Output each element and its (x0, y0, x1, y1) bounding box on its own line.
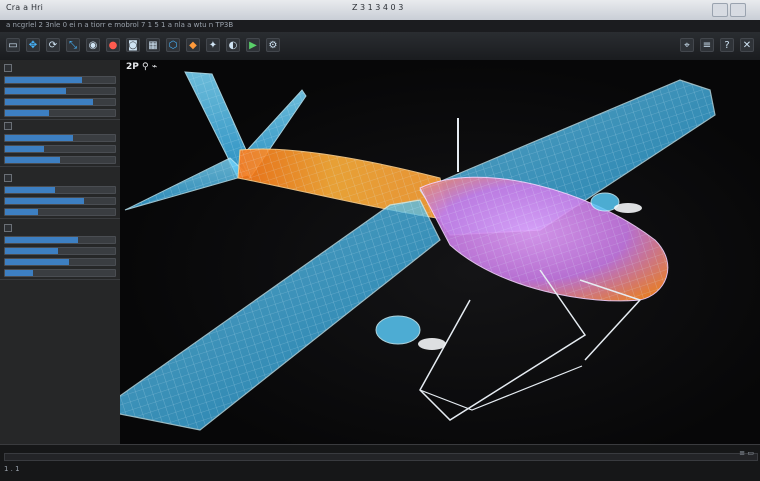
prop-row (4, 247, 116, 255)
bottom-status-bar: 1 . 1 ≡ ▭ (0, 444, 760, 481)
light-icon[interactable]: ✦ (206, 38, 220, 52)
select-icon[interactable]: ◉ (86, 38, 100, 52)
properties-panel (0, 60, 121, 446)
prop-row (4, 208, 116, 216)
prop-row (4, 76, 116, 84)
main-toolbar: ▭ ✥ ⟳ ⤡ ◉ ● ◙ ▦ ⬡ ◆ ✦ ◐ ▶ ⚙ ⌖ ≡? ✕ (0, 32, 760, 61)
prop-slider[interactable] (4, 145, 116, 153)
menu-text[interactable]: a ncgrlel 2 3nle 0 ei n a tiorr e mobrol… (6, 21, 233, 29)
panel-section-geometry (0, 118, 120, 167)
window-center-title: Z 3 1 3 4 0 3 (352, 3, 404, 12)
expand-checkbox[interactable] (4, 63, 12, 72)
prop-slider[interactable] (4, 236, 116, 244)
snap-icon[interactable]: ⌖ (680, 38, 694, 52)
prop-slider[interactable] (4, 87, 116, 95)
panel-section-transform (0, 60, 120, 120)
prop-row (4, 236, 116, 244)
prop-row (4, 197, 116, 205)
prop-slider[interactable] (4, 258, 116, 266)
prop-row (4, 98, 116, 106)
render-icon[interactable]: ◆ (186, 38, 200, 52)
grid-icon[interactable]: ▦ (146, 38, 160, 52)
window-title-bar: Cra a Hri Z 3 1 3 4 0 3 (0, 0, 760, 21)
expand-checkbox[interactable] (4, 173, 12, 182)
expand-checkbox[interactable] (4, 223, 12, 232)
prop-row (4, 258, 116, 266)
expand-checkbox[interactable] (4, 121, 12, 130)
prop-slider[interactable] (4, 197, 116, 205)
record-icon[interactable]: ● (106, 38, 120, 52)
settings-icon[interactable]: ⚙ (266, 38, 280, 52)
timeline-track[interactable] (4, 453, 758, 461)
prop-slider[interactable] (4, 76, 116, 84)
prop-row (4, 134, 116, 142)
rotate-icon[interactable]: ⟳ (46, 38, 60, 52)
close-panel-icon[interactable]: ✕ (740, 38, 754, 52)
prop-row (4, 109, 116, 117)
panel-section-empty (0, 276, 120, 446)
close-button[interactable] (730, 3, 746, 17)
mesh-icon[interactable]: ⬡ (166, 38, 180, 52)
prop-slider[interactable] (4, 247, 116, 255)
prop-slider[interactable] (4, 186, 116, 194)
prop-slider[interactable] (4, 208, 116, 216)
window-title: Cra a Hri (6, 3, 44, 12)
camera-icon[interactable]: ◙ (126, 38, 140, 52)
prop-row (4, 156, 116, 164)
section-header[interactable] (4, 172, 116, 183)
prop-row (4, 145, 116, 153)
layers-icon[interactable]: ≡ (700, 38, 714, 52)
prop-slider[interactable] (4, 98, 116, 106)
status-right: ≡ ▭ (739, 449, 754, 457)
status-left: 1 . 1 (4, 465, 20, 473)
help-icon[interactable]: ? (720, 38, 734, 52)
panel-section-mesh (0, 170, 120, 219)
material-icon[interactable]: ◐ (226, 38, 240, 52)
minimize-button[interactable] (712, 3, 728, 17)
play-icon[interactable]: ▶ (246, 38, 260, 52)
scale-icon[interactable]: ⤡ (66, 38, 80, 52)
prop-slider[interactable] (4, 109, 116, 117)
3d-viewport[interactable]: 2P ⚲ ⌁ (120, 60, 760, 444)
panel-section-material (0, 220, 120, 280)
aircraft-wireframe-model[interactable] (120, 60, 760, 444)
new-file-icon[interactable]: ▭ (6, 38, 20, 52)
section-header[interactable] (4, 62, 116, 73)
prop-row (4, 186, 116, 194)
prop-row (4, 87, 116, 95)
prop-slider[interactable] (4, 156, 116, 164)
move-icon[interactable]: ✥ (26, 38, 40, 52)
section-header[interactable] (4, 222, 116, 233)
section-header[interactable] (4, 120, 116, 131)
prop-slider[interactable] (4, 134, 116, 142)
